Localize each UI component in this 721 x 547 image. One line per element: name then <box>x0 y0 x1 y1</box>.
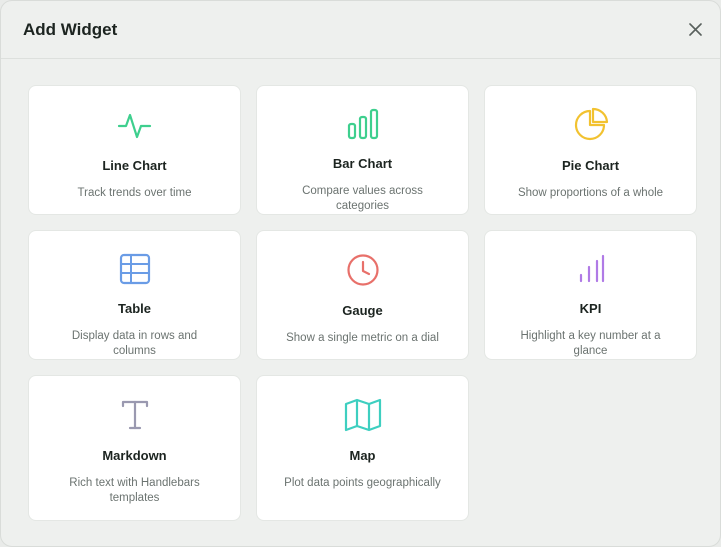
widget-card-gauge[interactable]: Gauge Show a single metric on a dial <box>256 230 469 360</box>
table-icon <box>116 251 154 287</box>
map-icon <box>344 396 382 434</box>
widget-description: Plot data points geographically <box>284 477 441 489</box>
widget-label: Map <box>349 448 376 463</box>
widget-label: Markdown <box>102 448 167 463</box>
widget-description: Rich text with Handlebars templates <box>69 477 200 504</box>
signal-bars-icon <box>572 251 610 287</box>
widget-card-line-chart[interactable]: Line Chart Track trends over time <box>28 85 241 215</box>
widget-description: Show a single metric on a dial <box>286 332 439 344</box>
widget-label: Line Chart <box>102 158 167 173</box>
bar-chart-icon <box>344 106 382 142</box>
widget-card-kpi[interactable]: KPI Highlight a key number at a glance <box>484 230 697 360</box>
widget-label: Pie Chart <box>561 158 620 173</box>
widget-card-map[interactable]: Map Plot data points geographically <box>256 375 469 521</box>
widget-label: Bar Chart <box>332 156 393 171</box>
widget-label: Gauge <box>342 303 383 318</box>
close-icon <box>688 23 702 36</box>
widget-card-bar-chart[interactable]: Bar Chart Compare values across categori… <box>256 85 469 215</box>
dialog-header: Add Widget <box>1 1 720 59</box>
text-icon <box>116 396 154 434</box>
widget-description: Track trends over time <box>77 187 192 199</box>
dialog-title: Add Widget <box>23 19 118 39</box>
pie-chart-icon <box>572 106 610 144</box>
widget-description: Highlight a key number at a glance <box>520 330 661 357</box>
clock-icon <box>344 251 382 289</box>
widget-card-table[interactable]: Table Display data in rows and columns <box>28 230 241 360</box>
widget-card-markdown[interactable]: Markdown Rich text with Handlebars templ… <box>28 375 241 521</box>
close-button[interactable] <box>684 19 706 41</box>
add-widget-dialog: Add Widget Line Chart Track trends over … <box>0 0 721 547</box>
widget-description: Compare values across categories <box>302 185 423 212</box>
widget-card-pie-chart[interactable]: Pie Chart Show proportions of a whole <box>484 85 697 215</box>
widget-description: Show proportions of a whole <box>517 187 664 199</box>
widget-label: Table <box>118 301 151 316</box>
widget-description: Display data in rows and columns <box>71 330 198 357</box>
widget-label: KPI <box>579 301 602 316</box>
line-chart-icon <box>116 106 154 144</box>
widget-grid: Line Chart Track trends over time Bar Ch… <box>28 85 697 521</box>
